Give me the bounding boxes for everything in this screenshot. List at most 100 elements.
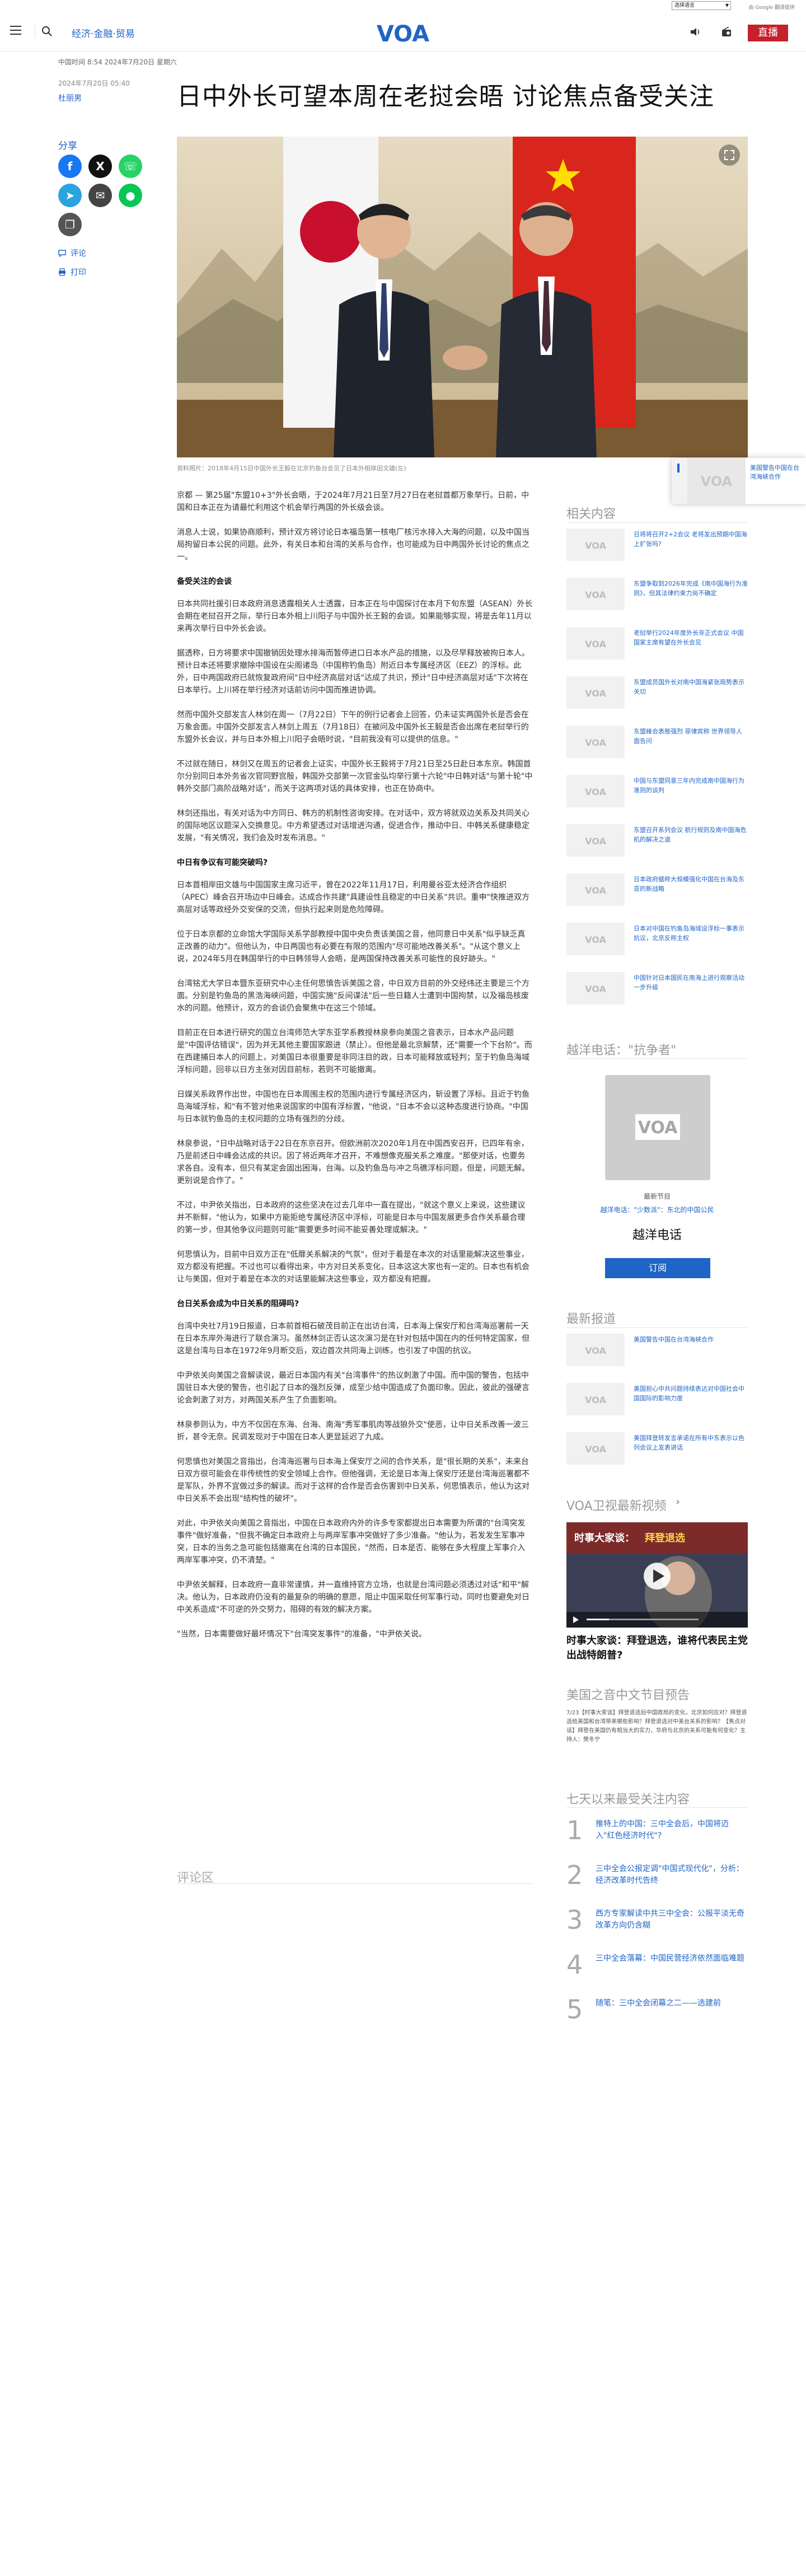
site-header: 经济·金融·贸易 VOA 直播 — [0, 12, 806, 52]
related-item[interactable]: VOA 老挝举行2024年度外长非正式会议 中国国家主席有望在外长会见 — [566, 627, 748, 665]
voa-thumb-logo: VOA — [566, 1383, 625, 1415]
line-share-button[interactable]: ● — [119, 184, 142, 207]
copy-icon: ❐ — [65, 218, 75, 231]
hero-photo-illustration — [177, 137, 748, 457]
related-item[interactable]: VOA 日本对中国在钓鱼岛海域设浮标一事表示抗议，北京反称主权 — [566, 923, 748, 961]
voa-thumb-logo: VOA — [566, 873, 625, 906]
telegram-share-button[interactable]: ➤ — [58, 184, 82, 207]
article-paragraph: "当然，日本需要做好最坏情况下"台湾突发事件"的准备，"中尹依关说。 — [177, 1630, 427, 1639]
line-icon: ● — [125, 189, 135, 202]
section-link[interactable]: 经济·金融·贸易 — [72, 26, 135, 40]
comment-icon — [58, 250, 66, 257]
live-button[interactable]: 直播 — [748, 25, 788, 41]
related-item[interactable]: VOA 中国与东盟同意三年内完成南中国海行为准则的谈判 — [566, 775, 748, 813]
ranking-item[interactable]: 2 三中全会公报定调"中国式现代化"，分析：经济改革时代告终 — [566, 1861, 748, 1895]
ranking-item[interactable]: 1 推特上的中国：三中全会后，中国将迈入"红色经济时代"? — [566, 1816, 748, 1850]
video-title-link[interactable]: 时事大家谈：拜登退选，谁将代表民主党出战特朗普? — [566, 1634, 748, 1663]
svg-text:VOA: VOA — [701, 474, 733, 489]
related-item[interactable]: VOA 中国针对日本国民在南海上进行观察活动一步升级 — [566, 972, 748, 1010]
voa-thumb-logo: VOA — [566, 529, 625, 561]
ranking-title: 推特上的中国：三中全会后，中国将迈入"红色经济时代"? — [596, 1820, 729, 1840]
related-item-title: 东盟成员国外长对南中国海紧张局势表示关切 — [634, 679, 744, 695]
author-link[interactable]: 杜丽男 — [58, 92, 82, 104]
volume-icon[interactable] — [690, 27, 701, 37]
ranking-title: 西方专家解读中共三中全会：公报平淡无奇 改革方向仍含糊 — [596, 1909, 744, 1930]
latest-item[interactable]: VOA 美国担心中共问题持续表达对中国社会中国国际的影响力度 — [566, 1383, 748, 1421]
program-heading: 美国之音中文节目预告 — [566, 1689, 690, 1703]
article-paragraph: 何思慎也对美国之音指出，台湾海巡署与日本海上保安厅之间的合作关系，是"很长期的关… — [177, 1457, 529, 1503]
podcast-cover[interactable]: VOA — [605, 1075, 710, 1180]
voa-thumb-logo: VOA — [566, 972, 625, 1004]
program-schedule-text: 7/23【时事大家谈】拜登退选后中国政局的变化，北京如何应对？拜登退选给美国和台… — [566, 1710, 747, 1743]
ranking-number: 4 — [566, 1949, 583, 1980]
x-share-button[interactable]: X — [88, 155, 112, 178]
next-article-marker-icon — [677, 464, 680, 473]
next-article-bar — [672, 458, 687, 504]
related-item[interactable]: VOA 东盟成员国外长对南中国海紧张局势表示关切 — [566, 676, 748, 714]
svg-text:VOA: VOA — [585, 1345, 606, 1356]
hero-photo — [177, 137, 748, 457]
copy-link-button[interactable]: ❐ — [58, 213, 82, 236]
next-article-thumb: VOA — [687, 458, 746, 504]
article-paragraph: 不过，中尹依关指出，日本政府的这些坚决在过去几年中一直在提出，"就这个意义上来说… — [177, 1201, 526, 1235]
article-paragraph: 京都 — 第25届"东盟10+3"外长会晤，于2024年7月21日至7月27日在… — [177, 491, 529, 512]
ranking-item[interactable]: 4 三中全会落幕：中国民营经济依然面临难题 — [566, 1951, 748, 1984]
voa-thumb-logo: VOA — [566, 578, 625, 610]
voa-logo[interactable]: VOA — [376, 21, 430, 46]
fullscreen-button[interactable] — [719, 144, 740, 166]
language-select[interactable]: 选择语言 ▼ — [672, 1, 731, 10]
video-player[interactable]: 时事大家谈： 拜登退选 — [566, 1522, 748, 1628]
latest-item-title: 美国拜登转发言承诺在所有中东表示以色列会议上发表讲话 — [634, 1434, 744, 1451]
article-paragraph: 台湾铭尤大学日本暨东亚研究中心主任何思慎告诉美国之音，中日双方目前的外交经纬还主… — [177, 979, 529, 1013]
radio-icon[interactable] — [721, 27, 732, 37]
podcast-heading[interactable]: 越洋电话："抗争者" — [566, 1040, 676, 1058]
voa-podcast-logo: VOA — [635, 1114, 680, 1140]
latest-item[interactable]: VOA 美国警告中国在台湾海峡合作 — [566, 1334, 748, 1372]
expand-icon — [724, 150, 734, 160]
article-paragraph: 林泉参则认为，中方不仅因在东海、台海、南海"秀军事肌肉等战狼外交"使恶，让中日关… — [177, 1420, 529, 1442]
ranking-number: 1 — [566, 1815, 583, 1845]
publish-date: 2024年7月20日 05:40 — [58, 80, 130, 87]
article-subheading: 备受关注的会谈 — [177, 577, 232, 586]
comments-link[interactable]: 评论 — [58, 247, 86, 259]
podcast-latest-label: 最新节目 — [643, 1193, 671, 1200]
svg-text:VOA: VOA — [585, 688, 606, 699]
facebook-share-button[interactable]: f — [58, 155, 82, 178]
article-paragraph: 台湾中央社7月19日报道，日本前首相石破茂目前正在出访台湾，日本海上保安厅和台湾… — [177, 1322, 529, 1355]
chevron-right-icon: › — [676, 1496, 680, 1508]
search-icon[interactable] — [41, 26, 53, 37]
menu-icon[interactable] — [10, 26, 21, 36]
subscribe-button[interactable]: 订阅 — [605, 1258, 710, 1278]
ranking-item[interactable]: 3 西方专家解读中共三中全会：公报平淡无奇 改革方向仍含糊 — [566, 1906, 748, 1939]
related-item-title: 东盟召开系列会议 航行规则及南中国海危机的解决之道 — [634, 826, 747, 843]
related-item[interactable]: VOA 日本政府据称大规模强化中国在台海及东亚的新战略 — [566, 873, 748, 911]
voa-thumb-logo: VOA — [566, 627, 625, 660]
related-item[interactable]: VOA 东盟争取到2026年完成《南中国海行为准则》，但其法律约束力尚不确定 — [566, 578, 748, 616]
print-icon — [59, 268, 65, 276]
article-paragraph: 日本共同社援引日本政府消息透露相关人士透露，日本正在与中国探讨在本月下旬东盟（A… — [177, 600, 533, 633]
latest-item[interactable]: VOA 美国拜登转发言承诺在所有中东表示以色列会议上发表讲话 — [566, 1432, 748, 1470]
voa-thumb-logo: VOA — [566, 726, 625, 758]
article-paragraph: 中尹依关解释，日本政府一直非常谨慎，并一直维持官方立场，也就是台湾问题必须透过对… — [177, 1581, 529, 1614]
related-item[interactable]: VOA 东盟召开系列会议 航行规则及南中国海危机的解决之道 — [566, 824, 748, 862]
related-item[interactable]: VOA 日将将召开2+2会议 老将发出预期中国海上扩张吗? — [566, 529, 748, 567]
print-link[interactable]: 打印 — [58, 267, 86, 278]
whatsapp-icon: ☏ — [123, 160, 138, 173]
ranking-number: 5 — [566, 1994, 583, 2025]
whatsapp-share-button[interactable]: ☏ — [119, 155, 142, 178]
related-item-title: 中国针对日本国民在南海上进行观察活动一步升级 — [634, 974, 744, 991]
podcast-episode-link[interactable]: 越洋电话："少数派"：东北的中国公民 — [566, 1205, 748, 1214]
next-article-panel[interactable]: VOA 美国警告中国在台湾海峡合作 — [672, 458, 806, 504]
share-label: 分享 — [58, 141, 77, 152]
comments-link-label: 评论 — [71, 249, 86, 258]
related-item-title: 老挝举行2024年度外长非正式会议 中国国家主席有望在外长会见 — [634, 629, 744, 646]
svg-text:VOA: VOA — [585, 984, 606, 994]
related-item-title: 日本政府据称大规模强化中国在台海及东亚的新战略 — [634, 876, 744, 892]
video-heading[interactable]: VOA卫视最新视频 › — [566, 1496, 680, 1514]
svg-text:VOA: VOA — [585, 885, 606, 896]
ranking-item[interactable]: 5 随笔：三中全会闭幕之二——选建前 — [566, 1995, 748, 2029]
article-paragraph: 对此，中尹依关向美国之音指出，中国在日本政府内外的许多专家都提出日本需要为所谓的… — [177, 1519, 526, 1565]
email-share-button[interactable]: ✉ — [88, 184, 112, 207]
ranking-heading: 七天以来最受关注内容 — [566, 1793, 690, 1807]
related-item[interactable]: VOA 东盟峰会表態强烈 菲律宾称 世界领导人面告问 — [566, 726, 748, 764]
